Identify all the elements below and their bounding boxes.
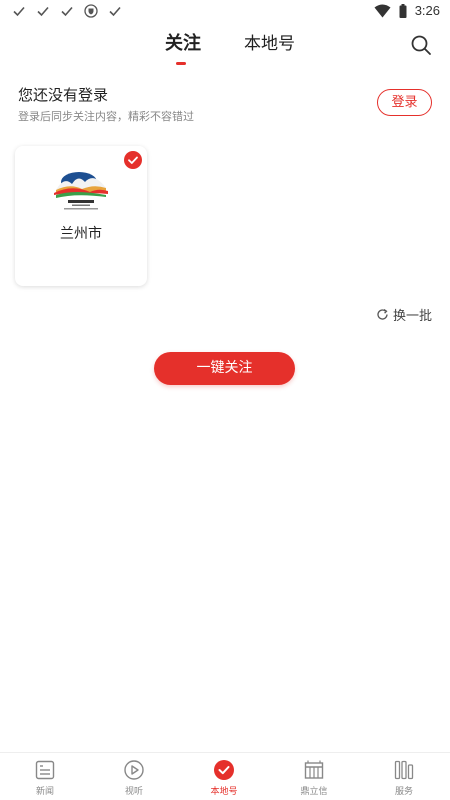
nav-label-services: 服务 [394, 787, 413, 797]
active-tab-indicator [176, 62, 186, 65]
play-icon [124, 760, 144, 780]
nav-label-video: 视听 [124, 787, 143, 797]
status-time: 3:26 [414, 3, 440, 18]
tab-follow[interactable]: 关注 [165, 32, 201, 56]
refresh-icon [377, 308, 388, 320]
nav-item-services[interactable]: 服务 [374, 759, 434, 797]
services-icon [394, 760, 414, 780]
refresh-button[interactable]: 换一批 [376, 305, 432, 324]
selected-check-icon[interactable] [124, 151, 142, 169]
login-prompt: 您还没有登录 登录后同步关注内容，精彩不容错过 登录 [18, 84, 432, 124]
shield-icon [84, 4, 98, 18]
status-system: 3:26 [374, 3, 440, 18]
check-icon [13, 6, 25, 17]
nav-label-local: 本地号 [210, 787, 238, 797]
bottom-navigation: 新闻 视听 本地号 鼎立信 服务 [0, 752, 450, 800]
status-notifications [12, 4, 122, 18]
check-icon [109, 6, 121, 17]
nav-item-news[interactable]: 新闻 [15, 759, 75, 797]
search-icon[interactable] [410, 34, 432, 56]
nav-label-dinglixin: 鼎立信 [300, 787, 328, 797]
wifi-icon [374, 4, 391, 17]
check-icon [37, 6, 49, 17]
login-button[interactable]: 登录 [377, 89, 432, 116]
check-icon [61, 6, 73, 17]
status-bar: 3:26 [0, 0, 450, 24]
login-prompt-title: 您还没有登录 [18, 86, 109, 104]
nav-item-video[interactable]: 视听 [104, 759, 164, 797]
account-card-name: 兰州市 [60, 226, 102, 242]
account-card[interactable]: 兰州市 [15, 146, 147, 286]
nav-item-dinglixin[interactable]: 鼎立信 [284, 759, 344, 797]
tab-local-accounts[interactable]: 本地号 [244, 32, 295, 56]
login-prompt-subtitle: 登录后同步关注内容，精彩不容错过 [18, 110, 194, 123]
top-tabs: 关注 本地号 [0, 32, 450, 72]
nav-label-news: 新闻 [35, 787, 54, 797]
refresh-label: 换一批 [392, 309, 432, 324]
check-circle-icon [214, 760, 234, 780]
follow-all-button[interactable]: 一键关注 [154, 352, 295, 385]
news-icon [35, 760, 55, 780]
nav-item-local[interactable]: 本地号 [194, 759, 254, 797]
building-icon [304, 760, 324, 779]
battery-icon [399, 3, 407, 18]
lanzhou-city-logo [54, 172, 108, 210]
